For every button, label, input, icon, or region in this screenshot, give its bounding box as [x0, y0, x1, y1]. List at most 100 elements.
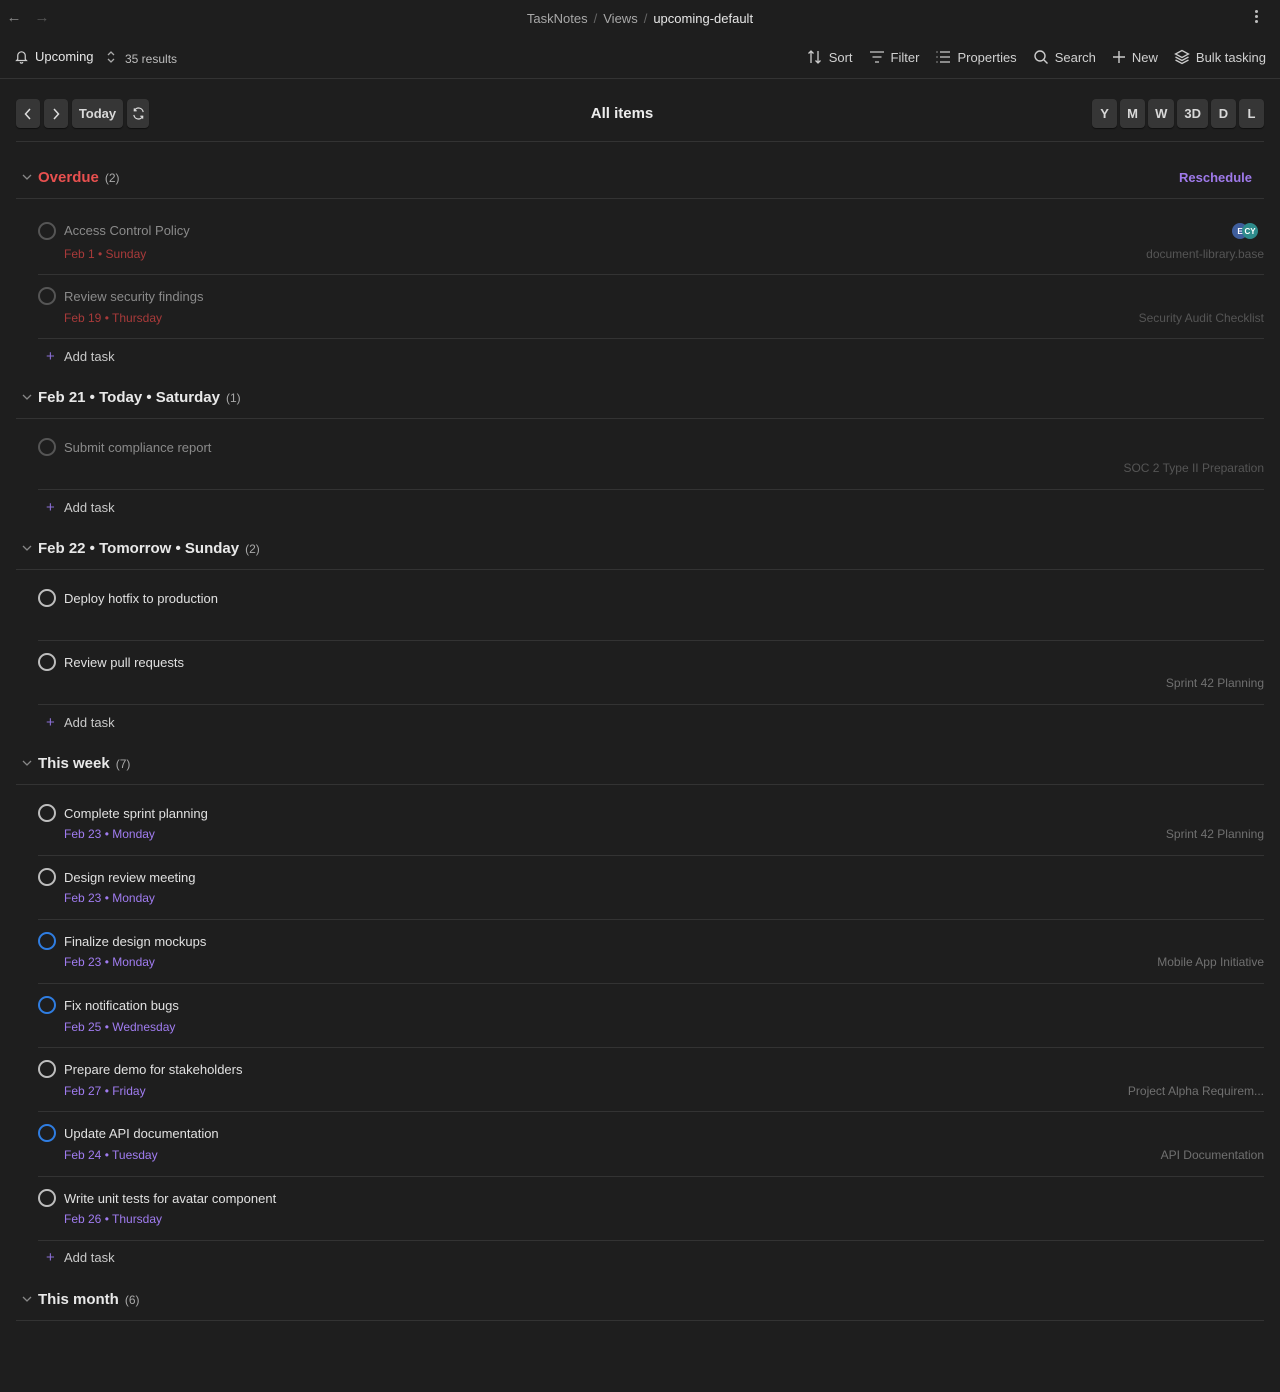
- task-title[interactable]: Review pull requests: [64, 655, 184, 670]
- breadcrumb-item[interactable]: TaskNotes: [527, 11, 588, 26]
- breadcrumb-separator: /: [643, 11, 648, 26]
- task-title[interactable]: Submit compliance report: [64, 440, 211, 455]
- task-row[interactable]: Review pull requests Sprint 42 Planning: [38, 641, 1264, 705]
- task-title[interactable]: Design review meeting: [64, 870, 196, 885]
- sort-label: Sort: [828, 49, 853, 65]
- chevron-down-icon[interactable]: [16, 760, 38, 767]
- chevron-down-icon[interactable]: [16, 545, 38, 552]
- task-project[interactable]: API Documentation: [1161, 1148, 1264, 1162]
- status-circle-icon[interactable]: [38, 653, 56, 671]
- search-button[interactable]: Search: [1033, 49, 1096, 65]
- task-row[interactable]: Prepare demo for stakeholders Feb 27 • F…: [38, 1048, 1264, 1112]
- range-button-day[interactable]: D: [1211, 99, 1236, 128]
- range-button-year[interactable]: Y: [1092, 99, 1118, 128]
- task-project[interactable]: Sprint 42 Planning: [1166, 676, 1264, 690]
- task-title[interactable]: Fix notification bugs: [64, 998, 179, 1013]
- status-in-progress-icon[interactable]: [38, 932, 56, 950]
- avatar: CY: [1242, 223, 1258, 239]
- task-row[interactable]: Design review meeting Feb 23 • Monday: [38, 856, 1264, 920]
- task-row[interactable]: Update API documentation Feb 24 • Tuesda…: [38, 1112, 1264, 1177]
- task-date[interactable]: Feb 24 • Tuesday: [64, 1148, 158, 1162]
- task-date[interactable]: Feb 23 • Monday: [64, 891, 155, 905]
- status-circle-icon[interactable]: [38, 804, 56, 822]
- add-task-button[interactable]: + Add task: [38, 346, 338, 366]
- range-button-list[interactable]: L: [1239, 99, 1264, 128]
- task-row[interactable]: Finalize design mockups Feb 23 • Monday …: [38, 920, 1264, 984]
- task-row[interactable]: Write unit tests for avatar component Fe…: [38, 1177, 1264, 1241]
- reschedule-button[interactable]: Reschedule: [1179, 170, 1252, 185]
- task-row[interactable]: Review security findings Feb 19 • Thursd…: [38, 275, 1264, 339]
- task-title[interactable]: Access Control Policy: [64, 223, 190, 238]
- sort-button[interactable]: Sort: [807, 49, 853, 65]
- group-count: (1): [225, 390, 241, 405]
- task-title[interactable]: Deploy hotfix to production: [64, 591, 218, 606]
- task-date[interactable]: Feb 23 • Monday: [64, 827, 155, 841]
- status-circle-icon[interactable]: [38, 287, 56, 305]
- add-task-label: Add task: [64, 1249, 115, 1265]
- list-icon: [936, 51, 951, 63]
- status-circle-icon[interactable]: [38, 222, 56, 240]
- range-button-month[interactable]: M: [1120, 99, 1146, 128]
- task-row[interactable]: Deploy hotfix to production: [38, 570, 1264, 641]
- task-date[interactable]: Feb 19 • Thursday: [64, 311, 162, 325]
- task-title[interactable]: Write unit tests for avatar component: [64, 1191, 276, 1206]
- search-icon: [1033, 50, 1048, 64]
- bulk-tasking-button[interactable]: Bulk tasking: [1174, 49, 1266, 65]
- view-selector[interactable]: Upcoming: [14, 49, 116, 64]
- task-title[interactable]: Complete sprint planning: [64, 806, 208, 821]
- status-circle-icon[interactable]: [38, 438, 56, 456]
- results-count: 35 results: [125, 52, 178, 66]
- group-count: (6): [124, 1292, 140, 1307]
- status-circle-icon[interactable]: [38, 1060, 56, 1078]
- group-header-this-week[interactable]: This week (7): [16, 743, 1264, 785]
- chevron-down-icon[interactable]: [16, 1296, 38, 1303]
- task-row[interactable]: Submit compliance report SOC 2 Type II P…: [38, 419, 1264, 490]
- task-title[interactable]: Update API documentation: [64, 1126, 219, 1141]
- task-project[interactable]: SOC 2 Type II Preparation: [1123, 461, 1264, 475]
- group-header-today[interactable]: Feb 21 • Today • Saturday (1): [16, 377, 1264, 419]
- group-header-this-month[interactable]: This month (6): [16, 1279, 1264, 1321]
- task-project[interactable]: Project Alpha Requirem...: [1128, 1084, 1264, 1098]
- more-options-icon[interactable]: [1252, 10, 1260, 28]
- task-project[interactable]: Mobile App Initiative: [1157, 955, 1264, 969]
- properties-button[interactable]: Properties: [935, 49, 1017, 65]
- task-row[interactable]: Complete sprint planning Feb 23 • Monday…: [38, 785, 1264, 856]
- filter-button[interactable]: Filter: [869, 49, 919, 65]
- status-circle-icon[interactable]: [38, 1189, 56, 1207]
- plus-icon: [1112, 51, 1125, 63]
- range-button-week[interactable]: W: [1148, 99, 1175, 128]
- task-title[interactable]: Review security findings: [64, 289, 203, 304]
- task-project[interactable]: Security Audit Checklist: [1139, 311, 1264, 325]
- task-project[interactable]: Sprint 42 Planning: [1166, 827, 1264, 841]
- status-in-progress-icon[interactable]: [38, 1124, 56, 1142]
- status-in-progress-icon[interactable]: [38, 996, 56, 1014]
- group-header-overdue[interactable]: Overdue (2) Reschedule: [16, 157, 1264, 199]
- group-header-tomorrow[interactable]: Feb 22 • Tomorrow • Sunday (2): [16, 528, 1264, 570]
- range-button-3day[interactable]: 3D: [1177, 99, 1208, 128]
- new-button[interactable]: New: [1112, 50, 1158, 65]
- task-date[interactable]: Feb 25 • Wednesday: [64, 1020, 175, 1034]
- search-label: Search: [1054, 49, 1096, 65]
- status-circle-icon[interactable]: [38, 589, 56, 607]
- chevron-down-icon[interactable]: [16, 394, 38, 401]
- breadcrumb-item[interactable]: Views: [603, 11, 637, 26]
- task-row[interactable]: Access Control Policy Feb 1 • Sunday E C…: [38, 200, 1264, 275]
- status-circle-icon[interactable]: [38, 868, 56, 886]
- bell-icon: [15, 51, 28, 64]
- add-task-button[interactable]: + Add task: [38, 497, 338, 517]
- plus-icon: +: [46, 1248, 55, 1266]
- task-title[interactable]: Finalize design mockups: [64, 934, 206, 949]
- chevron-down-icon[interactable]: [16, 174, 38, 181]
- task-date[interactable]: Feb 27 • Friday: [64, 1084, 146, 1098]
- task-date[interactable]: Feb 1 • Sunday: [64, 247, 146, 261]
- task-date[interactable]: Feb 23 • Monday: [64, 955, 155, 969]
- task-date[interactable]: Feb 26 • Thursday: [64, 1212, 162, 1226]
- add-task-button[interactable]: + Add task: [38, 1247, 338, 1267]
- view-label: Upcoming: [35, 49, 94, 64]
- task-title[interactable]: Prepare demo for stakeholders: [64, 1062, 242, 1077]
- task-project[interactable]: document-library.base: [1146, 247, 1264, 261]
- task-row[interactable]: Fix notification bugs Feb 25 • Wednesday: [38, 984, 1264, 1048]
- breadcrumb-current[interactable]: upcoming-default: [653, 11, 753, 26]
- breadcrumb: TaskNotes / Views / upcoming-default: [0, 11, 1280, 26]
- add-task-button[interactable]: + Add task: [38, 712, 338, 732]
